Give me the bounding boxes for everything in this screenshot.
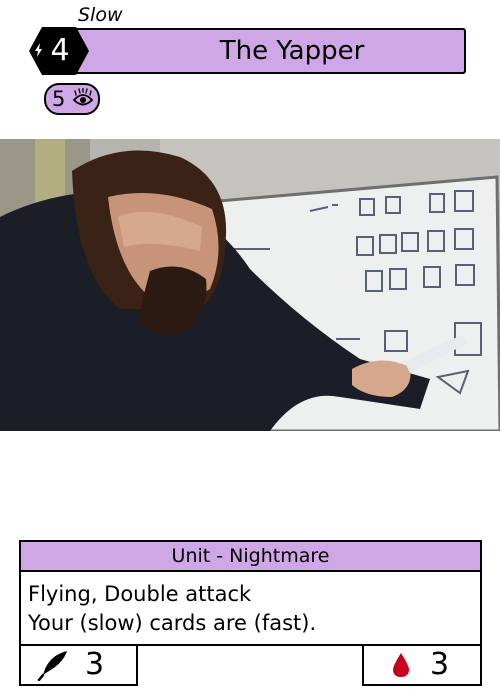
cost-value: 4 — [50, 33, 70, 68]
rules-line: Your (slow) cards are (fast). — [28, 611, 317, 635]
speed-label: Slow — [78, 4, 123, 26]
type-line: Unit - Nightmare — [171, 545, 330, 567]
requirement-value: 5 — [52, 87, 66, 111]
card-name: The Yapper — [219, 36, 365, 66]
quill-icon — [37, 651, 67, 681]
power-value: 3 — [85, 647, 105, 682]
requirement-badge: 5 — [44, 83, 100, 115]
health-value: 3 — [430, 647, 450, 682]
health-box: 3 — [362, 646, 482, 686]
artwork-illustration — [0, 139, 500, 431]
rules-line: Flying, Double attack — [28, 582, 252, 606]
rules-text-box: Flying, Double attack Your (slow) cards … — [19, 570, 482, 646]
blood-drop-icon — [393, 653, 409, 677]
nightmare-eye-icon — [72, 88, 94, 106]
power-box: 3 — [19, 646, 138, 686]
bolt-icon — [35, 43, 42, 57]
title-bar: The Yapper — [48, 28, 466, 74]
card-artwork — [0, 139, 500, 431]
type-line-bar: Unit - Nightmare — [19, 540, 482, 570]
